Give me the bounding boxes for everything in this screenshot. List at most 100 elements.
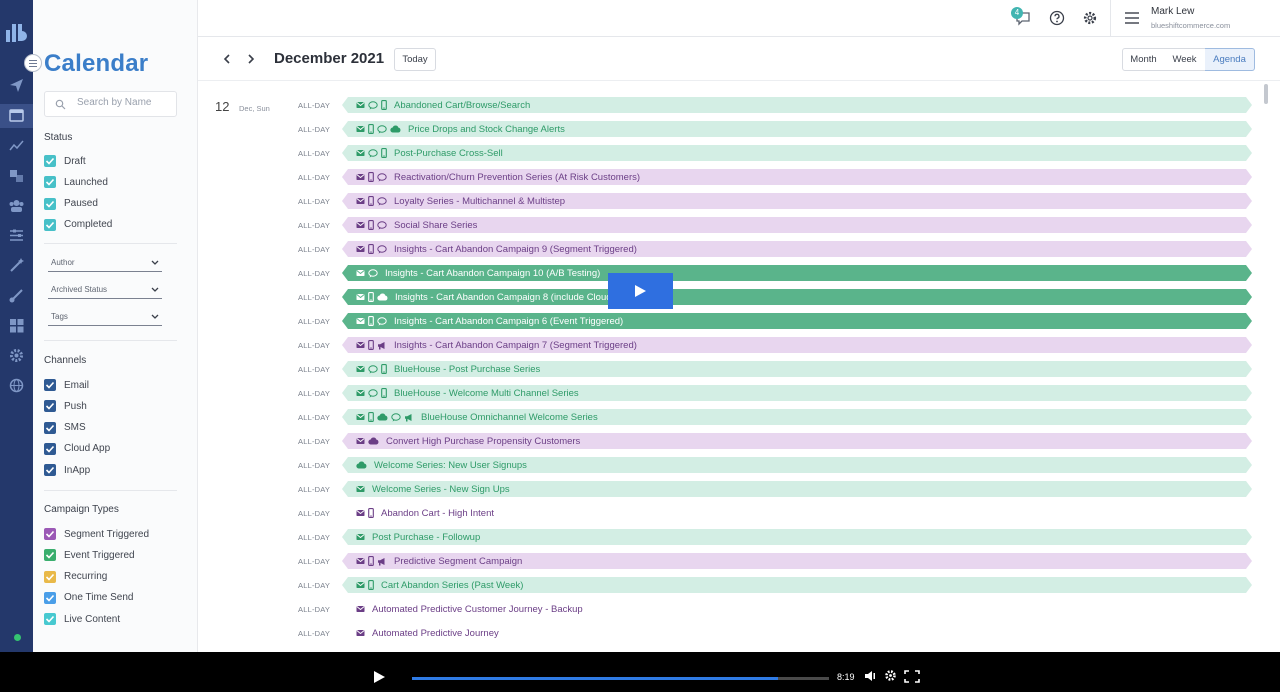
- view-agenda-button[interactable]: Agenda: [1205, 48, 1255, 71]
- checkbox[interactable]: [44, 421, 56, 434]
- campaign-title: Abandoned Cart/Browse/Search: [394, 100, 531, 111]
- phone-icon: [368, 412, 374, 422]
- view-month-button[interactable]: Month: [1122, 48, 1165, 71]
- search-input[interactable]: [77, 97, 172, 108]
- blueshift-logo[interactable]: [5, 22, 29, 44]
- checkbox[interactable]: [44, 197, 56, 210]
- user-name[interactable]: Mark Lew: [1151, 6, 1194, 17]
- help-icon[interactable]: [1049, 10, 1065, 26]
- type-filter-one-time-send[interactable]: One Time Send: [44, 591, 133, 605]
- campaign-event-bar[interactable]: Automated Predictive Journey: [348, 625, 1246, 641]
- campaign-event-bar[interactable]: Insights - Cart Abandon Campaign 6 (Even…: [342, 313, 1252, 329]
- customers-icon[interactable]: [8, 197, 25, 214]
- filter-dropdown-archived-status[interactable]: Archived Status: [48, 283, 162, 299]
- checkbox[interactable]: [44, 613, 56, 626]
- settings-gear-icon[interactable]: [8, 347, 25, 364]
- channel-icons: [356, 460, 367, 470]
- send-icon[interactable]: [8, 77, 25, 94]
- globe-icon[interactable]: [8, 377, 25, 394]
- checkbox[interactable]: [44, 218, 56, 231]
- status-filter-paused[interactable]: Paused: [44, 197, 98, 211]
- campaign-event-bar[interactable]: Automated Predictive Customer Journey - …: [348, 601, 1246, 617]
- campaign-event-bar[interactable]: BlueHouse - Welcome Multi Channel Series: [342, 385, 1252, 401]
- status-filter-draft[interactable]: Draft: [44, 154, 86, 168]
- brush-icon[interactable]: [8, 287, 25, 304]
- hamburger-menu-icon[interactable]: [1125, 12, 1139, 24]
- user-organization: blueshiftcommerce.com: [1151, 21, 1231, 30]
- checkbox[interactable]: [44, 155, 56, 167]
- type-filter-segment-triggered[interactable]: Segment Triggered: [44, 527, 149, 541]
- campaign-event-bar[interactable]: Price Drops and Stock Change Alerts: [342, 121, 1252, 137]
- campaign-event-bar[interactable]: Insights - Cart Abandon Campaign 10 (A/B…: [342, 265, 1252, 281]
- channel-filter-email[interactable]: Email: [44, 378, 89, 392]
- campaign-title: Abandon Cart - High Intent: [381, 508, 495, 519]
- campaign-event-bar[interactable]: Abandoned Cart/Browse/Search: [342, 97, 1252, 113]
- type-filter-event-triggered[interactable]: Event Triggered: [44, 548, 135, 562]
- checkbox[interactable]: [44, 379, 56, 391]
- segments-icon[interactable]: [8, 167, 25, 184]
- checkbox[interactable]: [44, 528, 56, 540]
- channel-filter-inapp[interactable]: InApp: [44, 463, 90, 477]
- channel-filter-push[interactable]: Push: [44, 399, 87, 413]
- checkbox[interactable]: [44, 442, 56, 455]
- campaign-event-bar[interactable]: Convert High Purchase Propensity Custome…: [342, 433, 1252, 449]
- page-title: Calendar: [44, 50, 149, 77]
- campaign-event-bar[interactable]: Predictive Segment Campaign: [342, 553, 1252, 569]
- filter-dropdown-author[interactable]: Author: [48, 256, 162, 272]
- email-icon: [356, 222, 365, 228]
- campaign-event-bar[interactable]: Welcome Series: New User Signups: [342, 457, 1252, 473]
- view-week-button[interactable]: Week: [1164, 48, 1206, 71]
- phone-icon: [368, 316, 374, 326]
- campaign-title: Automated Predictive Customer Journey - …: [372, 604, 583, 615]
- status-filter-launched[interactable]: Launched: [44, 175, 108, 189]
- calendar-nav-icon[interactable]: [8, 107, 25, 124]
- email-icon: [356, 630, 365, 636]
- campaign-event-bar[interactable]: BlueHouse - Post Purchase Series: [342, 361, 1252, 377]
- checkbox[interactable]: [44, 464, 56, 477]
- search-box[interactable]: [44, 91, 177, 117]
- campaign-event-bar[interactable]: Insights - Cart Abandon Campaign 9 (Segm…: [342, 241, 1252, 257]
- chevron-left-icon[interactable]: [220, 52, 234, 66]
- nav-rail: [0, 0, 33, 652]
- campaign-event-bar[interactable]: Loyalty Series - Multichannel & Multiste…: [342, 193, 1252, 209]
- apps-icon[interactable]: [8, 317, 25, 334]
- campaign-event-bar[interactable]: Reactivation/Churn Prevention Series (At…: [342, 169, 1252, 185]
- type-filter-recurring[interactable]: Recurring: [44, 570, 107, 584]
- filter-dropdown-tags[interactable]: Tags: [48, 310, 162, 326]
- campaign-event-bar[interactable]: Welcome Series - New Sign Ups: [342, 481, 1252, 497]
- today-button[interactable]: Today: [394, 48, 436, 71]
- checkbox[interactable]: [44, 591, 56, 604]
- campaign-event-bar[interactable]: Insights - Cart Abandon Campaign 8 (incl…: [342, 289, 1252, 305]
- settings-gear-icon[interactable]: [884, 669, 897, 682]
- channel-filter-cloud-app[interactable]: Cloud App: [44, 442, 110, 456]
- checkbox[interactable]: [44, 176, 56, 189]
- checkbox[interactable]: [44, 570, 56, 583]
- magic-wand-icon[interactable]: [8, 257, 25, 274]
- checkbox[interactable]: [44, 549, 56, 562]
- agenda-scrollbar[interactable]: [1264, 84, 1268, 104]
- campaign-title: Post Purchase - Followup: [372, 532, 481, 543]
- channel-filter-sms[interactable]: SMS: [44, 421, 86, 435]
- campaign-event-bar[interactable]: Post-Purchase Cross-Sell: [342, 145, 1252, 161]
- sidebar-collapse-button[interactable]: [24, 54, 42, 72]
- campaign-event-bar[interactable]: Insights - Cart Abandon Campaign 7 (Segm…: [342, 337, 1252, 353]
- progress-track[interactable]: [412, 677, 829, 680]
- campaign-event-bar[interactable]: Abandon Cart - High Intent: [348, 505, 1246, 521]
- phone-icon: [381, 388, 387, 398]
- checkbox[interactable]: [44, 400, 56, 413]
- volume-icon[interactable]: [864, 670, 877, 682]
- play-icon[interactable]: [374, 671, 385, 683]
- campaign-event-bar[interactable]: BlueHouse Omnichannel Welcome Series: [342, 409, 1252, 425]
- campaign-event-bar[interactable]: Social Share Series: [342, 217, 1252, 233]
- video-play-overlay-button[interactable]: [608, 273, 673, 309]
- divider: [44, 490, 177, 491]
- type-filter-live-content[interactable]: Live Content: [44, 612, 120, 626]
- campaign-event-bar[interactable]: Cart Abandon Series (Past Week): [342, 577, 1252, 593]
- status-filter-completed[interactable]: Completed: [44, 218, 112, 232]
- settings-icon[interactable]: [1082, 10, 1098, 26]
- analytics-icon[interactable]: [8, 137, 25, 154]
- chevron-right-icon[interactable]: [244, 52, 258, 66]
- filters-icon[interactable]: [8, 227, 25, 244]
- fullscreen-icon[interactable]: [904, 670, 920, 683]
- campaign-event-bar[interactable]: Post Purchase - Followup: [342, 529, 1252, 545]
